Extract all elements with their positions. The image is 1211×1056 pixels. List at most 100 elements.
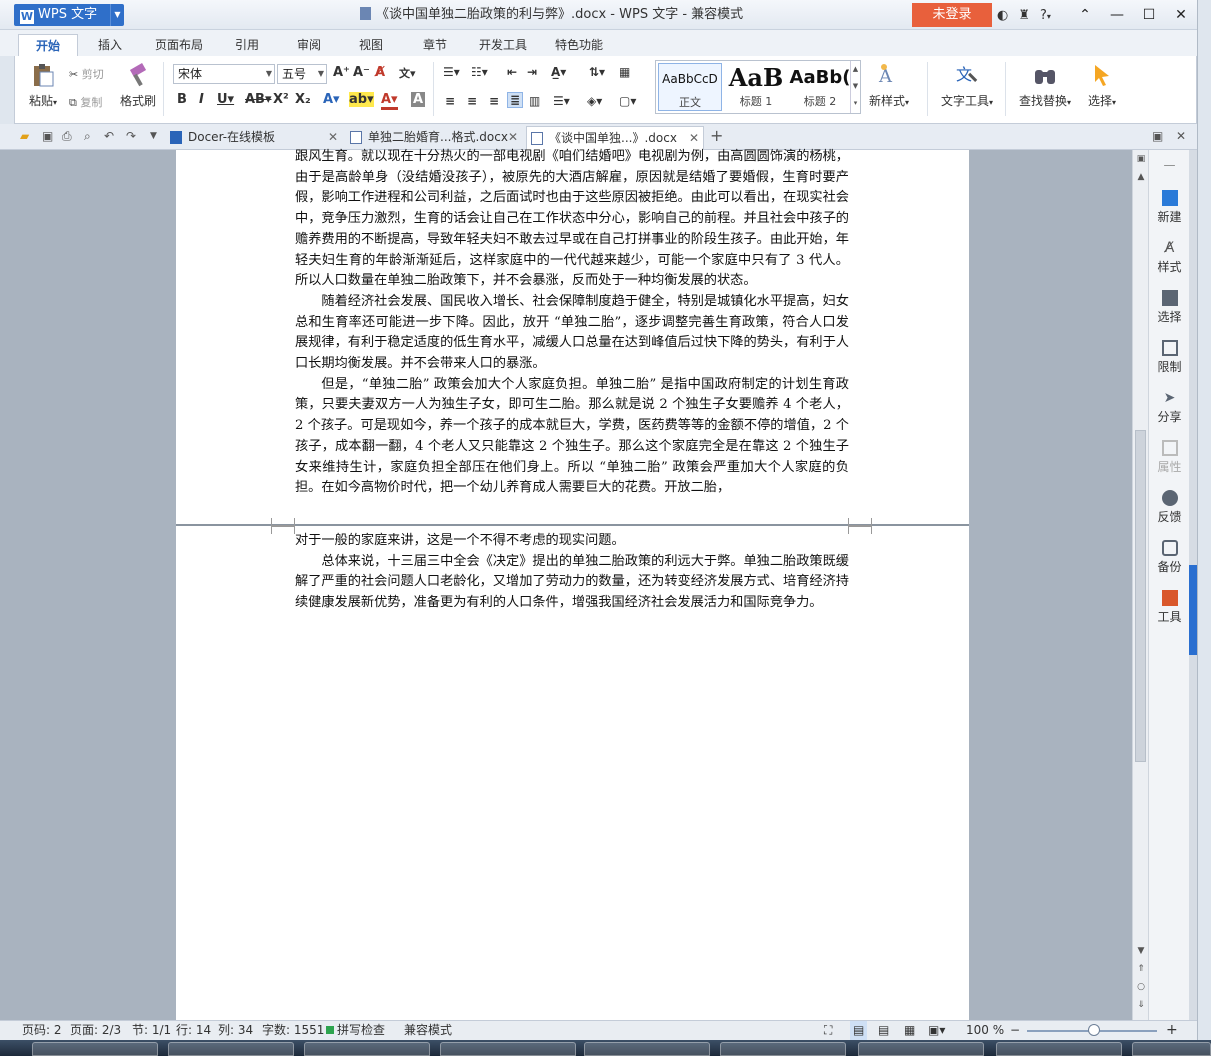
undo-icon[interactable]: ↶ (104, 129, 114, 143)
paragraph[interactable]: 但是，“单独二胎” 政策会加大个人家庭负担。单独二胎” 是指中国政府制定的计划生… (295, 375, 849, 499)
highlight-icon[interactable]: ab▾ (349, 92, 374, 107)
taskbar-item[interactable] (720, 1042, 846, 1056)
shading-icon[interactable]: ◈▾ (587, 94, 602, 108)
phonetic-icon[interactable]: 文▾ (399, 65, 416, 81)
bold-icon[interactable]: B (177, 92, 187, 107)
paragraph[interactable]: 跟风生育。就以现在十分热火的一部电视剧《咱们结婚吧》电视剧为例，由高圆圆饰演的杨… (295, 147, 849, 292)
numbered-list-icon[interactable]: ☷▾ (471, 65, 488, 79)
chevron-down-icon[interactable]: ▼ (110, 4, 124, 26)
taskbar-item[interactable] (32, 1042, 158, 1056)
pane-toggle-handle[interactable] (1189, 565, 1197, 655)
tab-insert[interactable]: 插入 (84, 34, 136, 56)
zoom-in-icon[interactable]: + (1166, 1021, 1178, 1040)
status-words[interactable]: 字数: 1551 (262, 1021, 324, 1040)
tab-home[interactable]: 开始 (18, 34, 78, 56)
page2-text[interactable]: 对于一般的家庭来讲，这是一个不得不考虑的现实问题。 总体来说，十三届三中全会《决… (295, 531, 849, 614)
pane-share[interactable]: ➤ 分享 (1149, 390, 1190, 425)
reading-view-icon[interactable]: ▦ (904, 1021, 915, 1040)
paragraph[interactable]: 随着经济社会发展、国民收入增长、社会保障制度趋于健全，特别是城镇化水平提高，妇女… (295, 292, 849, 375)
line-spacing-icon[interactable]: ☰▾ (553, 94, 570, 108)
taskbar-item[interactable] (584, 1042, 710, 1056)
page-view-icon[interactable]: ▤ (850, 1021, 868, 1040)
subscript-icon[interactable]: X₂ (295, 92, 311, 107)
fullscreen-icon[interactable]: ⛶ (824, 1021, 832, 1040)
pane-feedback[interactable]: 反馈 (1149, 490, 1190, 525)
text-effect-icon[interactable]: A▾ (323, 92, 340, 107)
scroll-thumb[interactable] (1135, 430, 1146, 762)
tab-special[interactable]: 特色功能 (546, 34, 612, 56)
tab-references[interactable]: 引用 (222, 34, 272, 56)
paragraph[interactable]: 对于一般的家庭来讲，这是一个不得不考虑的现实问题。 (295, 531, 849, 552)
copy-button[interactable]: ⧉ 复制 (69, 94, 102, 110)
tab-page-layout[interactable]: 页面布局 (146, 34, 212, 56)
close-tab-icon[interactable]: ✕ (689, 127, 699, 149)
collapse-ribbon-icon[interactable]: ⌃ (1069, 0, 1101, 30)
shirt-icon[interactable]: ♜ (1018, 8, 1030, 23)
next-page-icon[interactable]: ⇓ (1133, 1000, 1149, 1010)
tab-review[interactable]: 审阅 (284, 34, 334, 56)
page-1[interactable]: 跟风生育。就以现在十分热火的一部电视剧《咱们结婚吧》电视剧为例，由高圆圆饰演的杨… (176, 147, 969, 524)
app-menu-button[interactable]: W WPS 文字 ▼ (14, 4, 124, 26)
scroll-down-icon[interactable]: ▼ (1133, 946, 1149, 956)
shrink-font-icon[interactable]: A⁻ (353, 65, 370, 80)
zoom-level[interactable]: 100 % (966, 1021, 1004, 1040)
paste-button[interactable]: 粘贴▾ (21, 62, 65, 109)
pane-backup[interactable]: 备份 (1149, 540, 1190, 575)
pane-select[interactable]: 选择 (1149, 290, 1190, 325)
close-all-icon[interactable]: ✕ (1176, 129, 1186, 143)
increase-indent-icon[interactable]: ⇥ (527, 65, 537, 79)
align-right-icon[interactable]: ≡ (489, 94, 499, 108)
skin-icon[interactable]: ◐ (997, 8, 1008, 23)
taskbar-item[interactable] (996, 1042, 1122, 1056)
text-tools-button[interactable]: 文 文字工具▾ (935, 62, 999, 109)
vertical-scrollbar[interactable]: ▣ ▲ ▼ ⇑ ○ ⇓ (1132, 150, 1148, 1020)
scroll-up-icon[interactable]: ▲ (1133, 172, 1149, 182)
taskbar-item[interactable] (858, 1042, 984, 1056)
pane-menu-icon[interactable]: — (1149, 158, 1190, 172)
find-replace-button[interactable]: 查找替换▾ (1013, 62, 1077, 109)
bullet-list-icon[interactable]: ☰▾ (443, 65, 460, 79)
pane-restrict[interactable]: 限制 (1149, 340, 1190, 375)
prev-page-icon[interactable]: ⇑ (1133, 964, 1149, 974)
pane-tools[interactable]: 工具 (1149, 590, 1190, 625)
redo-icon[interactable]: ↷ (126, 129, 136, 143)
page1-text[interactable]: 跟风生育。就以现在十分热火的一部电视剧《咱们结婚吧》电视剧为例，由高圆圆饰演的杨… (295, 147, 849, 499)
quick-access-menu-icon[interactable]: ▼ (150, 131, 157, 141)
sort-icon[interactable]: ⇅▾ (589, 65, 605, 79)
font-color-icon[interactable]: A▾ (381, 92, 398, 110)
tab-list-icon[interactable]: ▣ (1152, 129, 1163, 143)
clear-format-icon[interactable]: A̸ (375, 65, 385, 80)
maximize-button[interactable]: ☐ (1133, 0, 1165, 30)
underline-icon[interactable]: U▾ (217, 92, 234, 107)
new-tab-icon[interactable]: + (710, 126, 723, 145)
font-size-select[interactable]: 五号 ▼ (277, 64, 327, 84)
taskbar-item[interactable] (168, 1042, 294, 1056)
align-center-icon[interactable]: ≡ (467, 94, 477, 108)
italic-icon[interactable]: I (199, 92, 204, 107)
align-left-icon[interactable]: ≡ (445, 94, 455, 108)
help-button[interactable]: ?▾ (1040, 8, 1051, 23)
pane-new[interactable]: 新建 (1149, 190, 1190, 225)
strikethrough-icon[interactable]: AB▾ (245, 92, 272, 107)
zoom-knob[interactable] (1088, 1024, 1100, 1036)
select-button[interactable]: 选择▾ (1081, 62, 1123, 109)
split-icon[interactable]: ▣ (1133, 154, 1149, 164)
tab-view[interactable]: 视图 (346, 34, 396, 56)
taskbar-item[interactable] (1132, 1042, 1211, 1056)
justify-icon[interactable]: ≣ (507, 92, 524, 108)
taskbar-item[interactable] (304, 1042, 430, 1056)
minimize-button[interactable]: — (1101, 0, 1133, 30)
tab-section[interactable]: 章节 (410, 34, 460, 56)
paragraph[interactable]: 总体来说，十三届三中全会《决定》提出的单独二胎政策的利远大于弊。单独二胎政策既缓… (295, 552, 849, 614)
border-icon[interactable]: ▢▾ (619, 94, 636, 108)
print-icon[interactable]: ⎙ (62, 129, 72, 144)
cut-button[interactable]: ✂ 剪切 (69, 66, 104, 82)
zoom-out-icon[interactable]: − (1010, 1021, 1020, 1040)
format-painter-button[interactable]: 格式刷 (117, 62, 159, 109)
font-name-select[interactable]: 宋体 ▼ (173, 64, 275, 84)
char-shading-icon[interactable]: A (411, 92, 426, 107)
spellcheck-toggle[interactable]: 拼写检查 (326, 1021, 385, 1040)
close-tab-icon[interactable]: ✕ (328, 126, 338, 148)
web-view-icon[interactable]: ▣▾ (928, 1021, 945, 1040)
tab-developer[interactable]: 开发工具 (470, 34, 536, 56)
